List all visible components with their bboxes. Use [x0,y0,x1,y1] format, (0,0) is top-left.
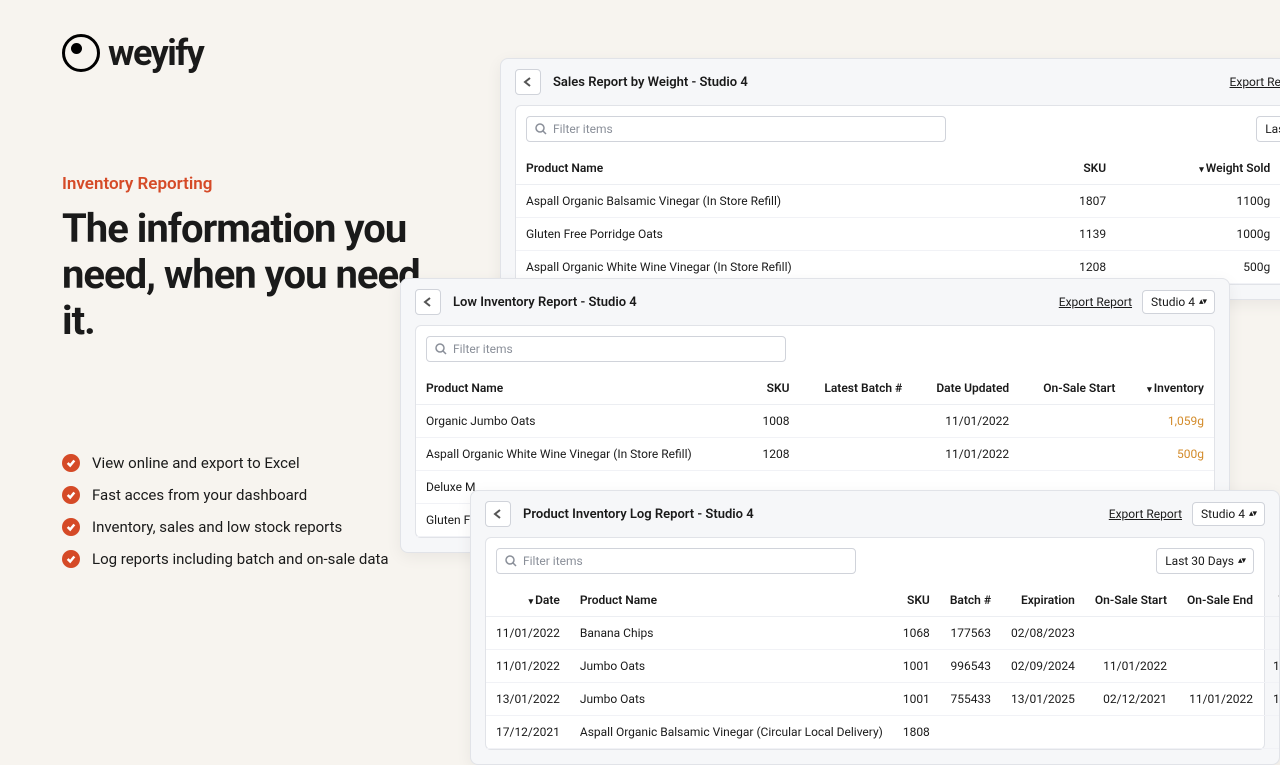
brand-logomark-icon [62,34,100,72]
feature-item: Fast acces from your dashboard [62,486,422,504]
sort-desc-icon: ▾ [1199,165,1204,175]
export-report-link[interactable]: Export Report [1109,507,1182,521]
page-title: Product Inventory Log Report - Studio 4 [523,507,754,522]
col-sku[interactable]: SKU [745,372,799,405]
col-onsale[interactable]: On-Sale Start [1019,372,1125,405]
filter-input[interactable]: Filter items [426,336,786,362]
brand-logo: weyify [62,32,422,74]
col-updated[interactable]: Date Updated [912,372,1019,405]
table-row[interactable]: Aspall Organic White Wine Vinegar (In St… [416,438,1214,471]
col-date[interactable]: ▾Date [486,584,570,617]
filter-input[interactable]: Filter items [526,116,946,142]
check-icon [62,486,80,504]
sales-report-window: Sales Report by Weight - Studio 4 Export… [500,58,1280,300]
filter-placeholder: Filter items [553,122,613,136]
feature-label: Fast acces from your dashboard [92,486,307,504]
check-icon [62,518,80,536]
studio-select[interactable]: Studio 4 ▴▾ [1142,290,1215,314]
feature-item: Inventory, sales and low stock reports [62,518,422,536]
page-title: Sales Report by Weight - Studio 4 [553,75,748,90]
col-product[interactable]: Product Name [570,584,893,617]
table-row[interactable]: 11/01/2022Jumbo Oats100199654302/09/2024… [486,650,1280,683]
date-range-select[interactable]: Last 30 Days ▴▾ [1256,116,1280,142]
sort-desc-icon: ▾ [529,597,534,607]
table-row[interactable]: 11/01/2022Banana Chips106817756302/08/20… [486,617,1280,650]
filter-placeholder: Filter items [523,554,583,568]
eyebrow-text: Inventory Reporting [62,174,422,194]
col-weight-sold[interactable]: ▾Weight Sold [1116,152,1280,185]
col-onsale-end[interactable]: On-Sale End [1177,584,1263,617]
chevron-updown-icon: ▴▾ [1199,297,1206,307]
search-icon [505,555,517,567]
chevron-updown-icon: ▴▾ [1249,509,1256,519]
page-title: Low Inventory Report - Studio 4 [453,295,637,310]
back-button[interactable] [415,289,441,315]
filter-input[interactable]: Filter items [496,548,856,574]
table-row[interactable]: Organic Jumbo Oats100811/01/20221,059g [416,405,1214,438]
feature-label: Inventory, sales and low stock reports [92,518,342,536]
sales-table: Product Name SKU ▾Weight Sold Reve Aspal… [516,152,1280,284]
inventory-log-table: ▾Date Product Name SKU Batch # Expiratio… [486,584,1280,749]
col-onsale-start[interactable]: On-Sale Start [1085,584,1177,617]
check-icon [62,550,80,568]
export-report-link[interactable]: Export Report [1230,75,1280,89]
sort-desc-icon: ▾ [1147,385,1152,395]
col-batch[interactable]: Batch # [940,584,1001,617]
col-product[interactable]: Product Name [516,152,1031,185]
date-range-select[interactable]: Last 30 Days ▴▾ [1156,548,1254,574]
table-row[interactable]: Gluten Free Porridge Oats11391000g [516,218,1280,251]
brand-name: weyify [108,32,203,74]
col-sku[interactable]: SKU [893,584,940,617]
headline-text: The information you need, when you need … [62,206,422,344]
check-icon [62,454,80,472]
back-button[interactable] [485,501,511,527]
feature-item: View online and export to Excel [62,454,422,472]
filter-placeholder: Filter items [453,342,513,356]
col-sku[interactable]: SKU [1031,152,1116,185]
col-inventory[interactable]: ▾Inventory [1125,372,1214,405]
col-product[interactable]: Product Name [416,372,745,405]
studio-select[interactable]: Studio 4 ▴▾ [1192,502,1265,526]
back-button[interactable] [515,69,541,95]
col-batch[interactable]: Latest Batch # [799,372,912,405]
inventory-log-window: Product Inventory Log Report - Studio 4 … [470,490,1280,765]
export-report-link[interactable]: Export Report [1059,295,1132,309]
chevron-updown-icon: ▴▾ [1238,556,1245,566]
feature-label: Log reports including batch and on-sale … [92,550,389,568]
search-icon [435,343,447,355]
search-icon [535,123,547,135]
table-row[interactable]: Aspall Organic Balsamic Vinegar (In Stor… [516,185,1280,218]
feature-list: View online and export to Excel Fast acc… [62,454,422,568]
col-weight[interactable]: Weight [1263,584,1280,617]
feature-label: View online and export to Excel [92,454,300,472]
table-row[interactable]: 17/12/2021Aspall Organic Balsamic Vinega… [486,716,1280,749]
col-expiration[interactable]: Expiration [1001,584,1085,617]
table-row[interactable]: 13/01/2022Jumbo Oats100175543313/01/2025… [486,683,1280,716]
feature-item: Log reports including batch and on-sale … [62,550,422,568]
